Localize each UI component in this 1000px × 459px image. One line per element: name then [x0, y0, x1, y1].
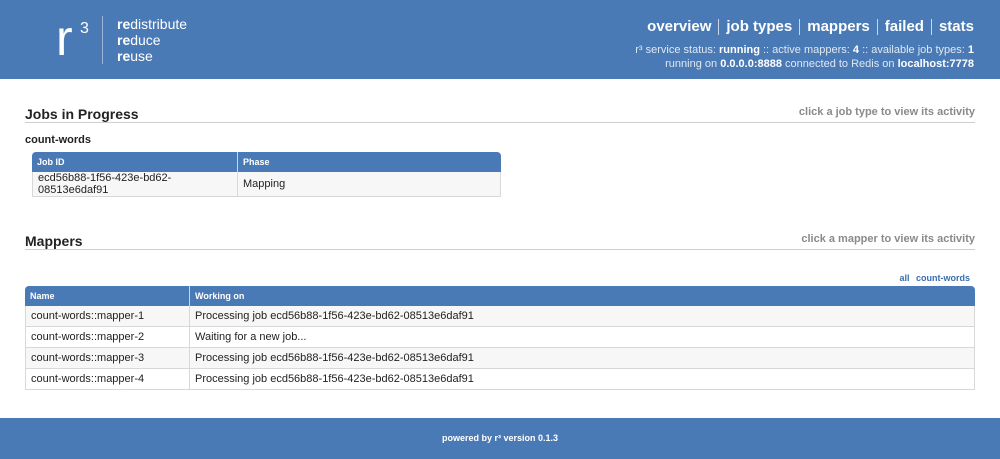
mapper-filters: all count-words [895, 273, 970, 283]
job-type-heading[interactable]: count-words [25, 134, 91, 146]
nav-overview[interactable]: overview [647, 18, 711, 35]
mapper-activity-cell: Processing job ecd56b88-1f56-423e-bd62-0… [190, 306, 975, 327]
filter-all-link[interactable]: all [899, 273, 909, 283]
top-nav: overview job types mappers failed stats [647, 18, 974, 35]
logo[interactable]: r 3 redistribute reduce reuse [56, 10, 187, 66]
mapper-activity-cell: Processing job ecd56b88-1f56-423e-bd62-0… [190, 348, 975, 369]
status-mapper-count: 4 [852, 44, 860, 56]
jobs-section-title: Jobs in Progress [25, 106, 139, 122]
status-jobtype-count: 1 [967, 44, 974, 56]
footer: powered by r³ version 0.1.3 [0, 418, 1000, 459]
divider [25, 249, 975, 250]
table-row[interactable]: ecd56b88-1f56-423e-bd62-08513e6daf91 Map… [32, 172, 501, 197]
mapper-name-cell: count-words::mapper-2 [25, 327, 190, 348]
mapper-activity-cell: Processing job ecd56b88-1f56-423e-bd62-0… [190, 369, 975, 390]
nav-separator [718, 18, 720, 35]
status-line-2: running on 0.0.0.0:8888 connected to Red… [665, 58, 974, 70]
tagline-line-3: reuse [117, 48, 153, 64]
tagline-line-1: redistribute [117, 16, 188, 32]
logo-superscript: 3 [80, 20, 89, 37]
logo-tagline: redistribute reduce reuse [117, 16, 187, 64]
mapper-name-cell: count-words::mapper-1 [25, 306, 190, 327]
mappers-section-title: Mappers [25, 233, 83, 249]
logo-letter: r [56, 10, 73, 66]
column-header-name: Name [25, 286, 190, 306]
nav-mappers[interactable]: mappers [807, 18, 870, 35]
nav-separator [876, 18, 878, 35]
status-state: running [719, 44, 760, 56]
job-id-cell: ecd56b88-1f56-423e-bd62-08513e6daf91 [32, 172, 238, 197]
header: r 3 redistribute reduce reuse overview j… [0, 0, 1000, 79]
nav-separator [930, 18, 932, 35]
jobs-table: Job ID Phase ecd56b88-1f56-423e-bd62-085… [32, 152, 501, 197]
status-address: 0.0.0.0:8888 [720, 58, 782, 70]
mapper-activity-cell: Waiting for a new job... [190, 327, 975, 348]
status-line-1: r³ service status: running :: active map… [635, 44, 974, 56]
service-status: r³ service status: running :: active map… [635, 43, 974, 71]
nav-separator [799, 18, 801, 35]
nav-stats[interactable]: stats [939, 18, 974, 35]
logo-divider [102, 16, 103, 64]
nav-job-types[interactable]: job types [726, 18, 792, 35]
mapper-name-cell: count-words::mapper-3 [25, 348, 190, 369]
divider [25, 122, 975, 123]
mapper-name-cell: count-words::mapper-4 [25, 369, 190, 390]
phase-cell: Mapping [238, 172, 501, 197]
mappers-table: Name Working on count-words::mapper-1 Pr… [25, 286, 975, 390]
column-header-working-on: Working on [190, 286, 975, 306]
table-row[interactable]: count-words::mapper-3 Processing job ecd… [25, 348, 975, 369]
tagline-line-2: reduce [117, 32, 161, 48]
table-row[interactable]: count-words::mapper-2 Waiting for a new … [25, 327, 975, 348]
mappers-section-hint: click a mapper to view its activity [801, 233, 975, 245]
table-row[interactable]: count-words::mapper-4 Processing job ecd… [25, 369, 975, 390]
jobs-section-hint: click a job type to view its activity [798, 106, 975, 118]
column-header-job-id: Job ID [32, 152, 238, 172]
column-header-phase: Phase [238, 152, 501, 172]
nav-failed[interactable]: failed [885, 18, 924, 35]
table-row[interactable]: count-words::mapper-1 Processing job ecd… [25, 306, 975, 327]
status-redis: localhost:7778 [897, 58, 974, 70]
filter-count-words-link[interactable]: count-words [916, 273, 970, 283]
